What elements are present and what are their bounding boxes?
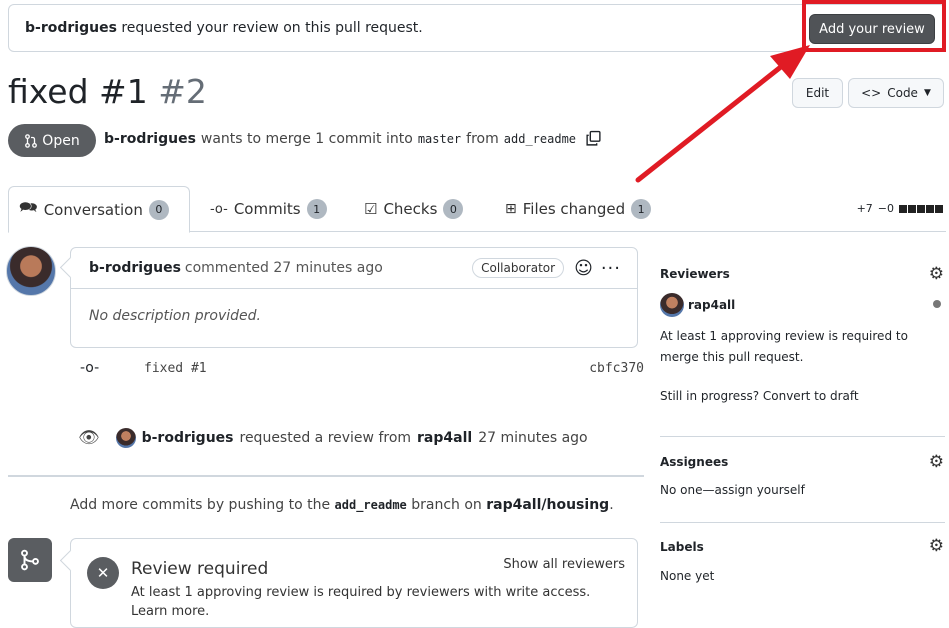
tab-files-changed[interactable]: ⊞ Files changed 1 — [505, 186, 652, 232]
requester-link[interactable]: b-rodrigues — [142, 430, 234, 446]
head-branch[interactable]: add_readme — [504, 132, 576, 146]
review-requirement-text: At least 1 approving review is required … — [660, 329, 908, 364]
merge-text: wants to merge 1 commit into — [200, 130, 413, 147]
review-request-event: 👁 b-rodrigues requested a review from ra… — [78, 428, 588, 448]
review-request-text: requested a review from — [239, 430, 412, 446]
push-hint: Add more commits by pushing to the add_r… — [70, 497, 614, 513]
reviewers-heading[interactable]: Reviewers — [660, 267, 730, 281]
timeline-divider — [8, 475, 644, 477]
tab-label: Commits — [233, 200, 301, 218]
show-all-reviewers-link[interactable]: Show all reviewers — [503, 557, 625, 572]
review-required-title: Review required — [131, 559, 269, 579]
diffstat[interactable]: +7 −0 — [857, 202, 943, 215]
checklist-icon: ☑ — [364, 200, 378, 218]
tab-counter: 0 — [148, 199, 169, 220]
page-title: fixed #1 #2 — [8, 72, 207, 111]
learn-more-link[interactable]: Learn more. — [131, 604, 209, 619]
state-badge: Open — [8, 124, 96, 157]
author-avatar[interactable] — [6, 246, 56, 296]
sidebar-divider — [660, 522, 945, 523]
x-circle-icon: ✕ — [87, 557, 119, 589]
diff-deletions: −0 — [877, 202, 894, 215]
avatar[interactable] — [115, 428, 136, 448]
code-button[interactable]: <> Code ▼ — [848, 78, 944, 108]
base-branch[interactable]: master — [418, 132, 461, 146]
labels-value: None yet — [660, 569, 715, 583]
convert-to-draft-link[interactable]: Still in progress? Convert to draft — [660, 386, 859, 407]
pr-number: #2 — [158, 72, 207, 111]
review-request-time[interactable]: 27 minutes ago — [478, 430, 587, 446]
pr-author-link[interactable]: b-rodrigues — [104, 131, 196, 147]
review-required-box: ✕ Review required Show all reviewers At … — [70, 538, 638, 628]
tab-checks[interactable]: ☑ Checks 0 — [364, 186, 464, 232]
requested-reviewer-link[interactable]: rap4all — [417, 430, 472, 446]
eye-icon: 👁 — [78, 428, 100, 448]
gear-icon[interactable]: ⚙ — [929, 264, 944, 284]
code-icon: <> — [861, 86, 882, 100]
diff-additions: +7 — [856, 202, 873, 215]
tab-counter: 1 — [306, 199, 327, 219]
review-request-banner: b-rodrigues requested your review on thi… — [8, 4, 946, 52]
file-diff-icon: ⊞ — [505, 201, 517, 217]
from-text: from — [466, 130, 499, 147]
tab-counter: 0 — [443, 199, 464, 219]
reviewer-name: rap4all — [688, 298, 736, 312]
push-hint-branch: add_readme — [334, 498, 407, 512]
edit-button[interactable]: Edit — [792, 78, 843, 108]
pr-tabs: 🗪 Conversation 0 -o- Commits 1 ☑ Checks … — [8, 186, 946, 233]
copy-icon[interactable] — [585, 130, 602, 147]
kebab-horizontal-icon[interactable]: ··· — [601, 258, 621, 279]
code-button-label: Code — [887, 86, 918, 100]
commit-row: -o- fixed #1 cbfc370 — [70, 358, 644, 380]
caret-down-icon: ▼ — [923, 88, 931, 98]
pr-meta: b-rodrigues wants to merge 1 commit into… — [104, 130, 602, 147]
commit-sha[interactable]: cbfc370 — [589, 361, 644, 376]
assignees-heading[interactable]: Assignees — [660, 455, 728, 469]
gear-icon[interactable]: ⚙ — [929, 536, 944, 556]
banner-message: requested your review on this pull reque… — [121, 20, 423, 36]
review-required-text: At least 1 approving review is required … — [131, 585, 591, 600]
pending-status-icon — [933, 300, 941, 308]
collaborator-badge: Collaborator — [472, 258, 565, 278]
assignees-value[interactable]: No one—assign yourself — [660, 480, 805, 501]
comment-action: commented 27 minutes ago — [184, 260, 383, 276]
comment-box: b-rodrigues commented 27 minutes ago Col… — [70, 247, 638, 348]
commit-icon: -o- — [80, 360, 100, 376]
diff-blocks — [899, 204, 943, 213]
push-hint-prefix: Add more commits by pushing to the — [70, 497, 331, 513]
comment-discussion-icon: 🗪 — [19, 198, 38, 216]
gear-icon[interactable]: ⚙ — [929, 452, 944, 472]
reviewer-item[interactable]: rap4all — [660, 293, 735, 317]
repo-link[interactable]: rap4all/housing — [486, 497, 609, 513]
push-hint-suffix: . — [609, 497, 614, 513]
banner-user[interactable]: b-rodrigues — [25, 20, 117, 36]
tab-label: Files changed — [522, 200, 626, 218]
labels-heading[interactable]: Labels — [660, 540, 704, 554]
state-label: Open — [42, 132, 80, 149]
comment-author[interactable]: b-rodrigues — [89, 260, 181, 276]
commit-icon: -o- — [210, 201, 228, 217]
add-your-review-button[interactable]: Add your review — [809, 14, 935, 44]
git-merge-icon — [8, 538, 52, 582]
tab-conversation[interactable]: 🗪 Conversation 0 — [8, 186, 190, 233]
review-required-description: At least 1 approving review is required … — [131, 583, 611, 621]
comment-body: No description provided. — [89, 308, 261, 324]
banner-text: b-rodrigues requested your review on thi… — [25, 20, 423, 36]
smiley-icon[interactable]: ☺ — [574, 258, 593, 279]
avatar — [660, 293, 684, 317]
pull-request-icon — [25, 133, 38, 148]
sidebar-divider — [660, 436, 945, 437]
tab-label: Checks — [383, 200, 438, 218]
tab-label: Conversation — [43, 200, 143, 219]
commit-message[interactable]: fixed #1 — [144, 361, 207, 376]
tab-counter: 1 — [631, 199, 652, 219]
push-hint-middle: branch on — [411, 497, 482, 513]
tab-commits[interactable]: -o- Commits 1 — [210, 186, 327, 232]
comment-header: b-rodrigues commented 27 minutes ago Col… — [71, 248, 637, 289]
pr-title-text: fixed #1 — [8, 72, 148, 111]
